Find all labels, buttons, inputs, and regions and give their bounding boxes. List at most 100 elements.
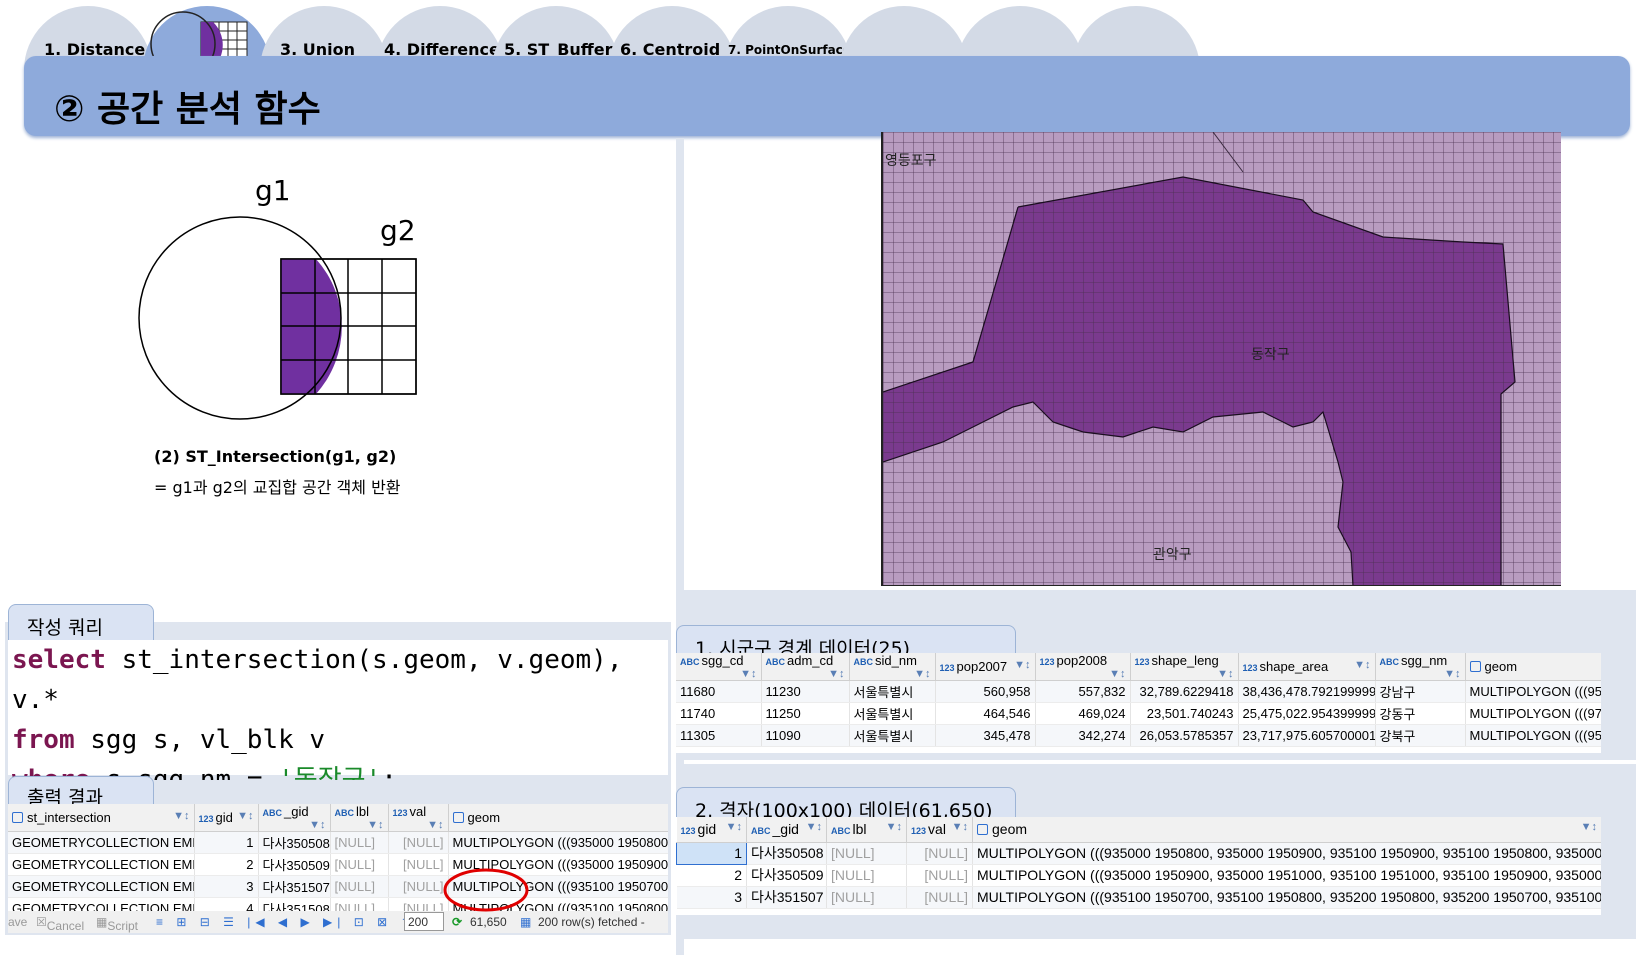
geometry-icon: [977, 824, 988, 836]
col-_gid[interactable]: ABC _gid ▼↕: [746, 817, 827, 843]
text-type-icon: ABC: [831, 826, 851, 837]
text-type-icon: ABC: [853, 657, 874, 667]
table-row[interactable]: GEOMETRYCOLLECTION EMPTY2다사350509[NULL][…: [8, 853, 668, 876]
fetch-size-input[interactable]: 200: [404, 912, 444, 931]
table-row-selected[interactable]: 1 다사350508 [NULL] [NULL] MULTIPOLYGON (((935…: [676, 841, 1601, 865]
text-type-icon: ABC: [1379, 657, 1400, 667]
table-row[interactable]: 2 다사350509 [NULL] [NULL] MULTIPOLYGON (((935…: [676, 864, 1601, 887]
table-row[interactable]: 11680 11230 서울특별시 560,958 557,832 32,789.6229…: [676, 680, 1601, 703]
refresh-icon[interactable]: ⟳: [452, 915, 462, 929]
result-grid[interactable]: st_intersection ▼↕ 123 gid ▼↕ ABC _gid ▼↕ ABC…: [8, 804, 668, 911]
col-shape-area[interactable]: 123 shape_area ▼↕: [1238, 653, 1376, 681]
col-gid[interactable]: 123 gid ▼↕: [676, 817, 747, 843]
page-title: ② 공간 분석 함수: [54, 89, 321, 130]
col-geom[interactable]: geom: [448, 804, 668, 832]
total-row-count[interactable]: 61,650: [470, 915, 507, 929]
filter-icon[interactable]: ▼↕: [1109, 668, 1125, 680]
filter-icon[interactable]: ▼↕: [806, 821, 822, 833]
filter-icon[interactable]: ▼↕: [367, 819, 383, 831]
numeric-type-icon: 123: [680, 826, 696, 837]
filter-icon[interactable]: ▼↕: [726, 821, 742, 833]
filter-icon[interactable]: ▼↕: [740, 668, 756, 680]
filter-icon[interactable]: ▼↕: [237, 810, 253, 822]
table-row[interactable]: GEOMETRYCOLLECTION EMPTY3다사351507[NULL][…: [8, 875, 668, 898]
col-sgg-cd[interactable]: ABC sgg_cd ▼↕: [676, 653, 762, 681]
map-label-gwanak: 관악구: [1153, 547, 1192, 563]
query-tab[interactable]: 작성 쿼리: [8, 604, 154, 640]
col-st-intersection[interactable]: st_intersection ▼↕: [8, 804, 195, 832]
col-gid[interactable]: 123 gid ▼↕: [194, 804, 259, 832]
geometry-icon: [452, 812, 464, 823]
text-type-icon: ABC: [262, 808, 283, 818]
col-pop2007[interactable]: 123 pop2007 ▼↕: [935, 653, 1036, 681]
filter-icon[interactable]: ▼↕: [886, 821, 902, 833]
sql-line-2: from sgg s, vl_blk v: [12, 725, 326, 755]
numeric-type-icon: 123: [198, 814, 214, 824]
filter-icon[interactable]: ▼↕: [952, 821, 968, 833]
geometry-icon: [12, 812, 23, 823]
filter-icon[interactable]: ▼↕: [1354, 659, 1370, 671]
sql-editor[interactable]: select st_intersection(s.geom, v.geom), …: [8, 640, 668, 795]
numeric-type-icon: 123: [1242, 663, 1258, 673]
sql-line-1: select st_intersection(s.geom, v.geom), …: [12, 645, 623, 715]
map-label-dongjak: 동작구: [1251, 347, 1290, 363]
highlight-ellipse: [443, 868, 529, 912]
map-view[interactable]: 영등포구 동작구 관악구: [881, 132, 1561, 586]
result-status-bar: ave ☒ Cancel ▦ Script ≡ ⊞ ⊟ ☰ |◀ ◀ ▶ ▶| …: [8, 911, 668, 933]
section-header: ② 공간 분석 함수: [24, 56, 1630, 136]
numeric-type-icon: 123: [911, 826, 927, 837]
text-type-icon: ABC: [334, 808, 355, 818]
table2-header-row: 123 gid ▼↕ ABC _gid ▼↕ ABC lbl ▼↕ 123 val ▼↕ geo…: [676, 817, 1601, 843]
table-row[interactable]: GEOMETRYCOLLECTION EMPTY1다사350508[NULL][…: [8, 831, 668, 854]
col-val[interactable]: 123 val ▼↕: [906, 817, 973, 843]
diagram-caption: (2) ST_Intersection(g1, g2): [154, 447, 397, 466]
col-val[interactable]: 123 val ▼↕: [388, 804, 449, 832]
filter-icon[interactable]: ▼↕: [309, 819, 325, 831]
numeric-type-icon: 123: [392, 808, 408, 818]
table-row[interactable]: GEOMETRYCOLLECTION EMPTY4다사351508[NULL][…: [8, 897, 668, 911]
filter-icon[interactable]: ▼↕: [1217, 668, 1233, 680]
filter-icon[interactable]: ▼↕: [828, 668, 844, 680]
filter-icon[interactable]: ▼↕: [427, 819, 443, 831]
table1-header-row: ABC sgg_cd ▼↕ ABC adm_cd ▼↕ ABC sid_nm ▼↕ 123 p…: [676, 653, 1601, 681]
numeric-type-icon: 123: [1039, 657, 1055, 667]
filter-icon[interactable]: ▼↕: [1581, 821, 1597, 833]
col-lbl[interactable]: ABC lbl ▼↕: [330, 804, 389, 832]
save-button[interactable]: ave: [8, 915, 27, 929]
filter-icon[interactable]: ▼↕: [914, 668, 930, 680]
table2-grid[interactable]: 123 gid ▼↕ ABC _gid ▼↕ ABC lbl ▼↕ 123 val ▼↕ geo…: [676, 817, 1601, 915]
diagram-description: = g1과 g2의 교집합 공간 객체 반환: [154, 478, 401, 497]
venn-diagram: [138, 216, 417, 420]
tab-label: 7. PointOnSurface: [728, 43, 851, 57]
col-lbl[interactable]: ABC lbl ▼↕: [826, 817, 907, 843]
fetched-status: 200 row(s) fetched -: [538, 915, 645, 929]
filter-icon[interactable]: ▼↕: [173, 810, 189, 822]
table-row[interactable]: 3 다사351507 [NULL] [NULL] MULTIPOLYGON (((935…: [676, 886, 1601, 909]
table-row[interactable]: 11740 11250 서울특별시 464,546 469,024 23,501.7402…: [676, 702, 1601, 725]
filter-icon[interactable]: ▼↕: [1444, 668, 1460, 680]
script-button[interactable]: ▦ Script: [96, 915, 138, 933]
col-geom[interactable]: geom: [1465, 653, 1601, 681]
intersection-diagram: g1 g2: [130, 170, 450, 430]
grid-icon: ▦: [520, 915, 532, 929]
map-canvas: [883, 132, 1561, 585]
numeric-type-icon: 123: [1134, 657, 1150, 667]
toolbar-icons[interactable]: ≡ ⊞ ⊟ ☰ |◀ ◀ ▶ ▶| ⊡ ⊠ ⇪ ✿: [156, 915, 439, 929]
col-shape-leng[interactable]: 123 shape_leng ▼↕: [1130, 653, 1239, 681]
result-header-row: st_intersection ▼↕ 123 gid ▼↕ ABC _gid ▼↕ ABC…: [8, 804, 668, 832]
col-sgg-nm[interactable]: ABC sgg_nm ▼↕: [1375, 653, 1466, 681]
table-row[interactable]: 11305 11090 서울특별시 345,478 342,274 26,053.5785…: [676, 724, 1601, 747]
geometry-icon: [1469, 661, 1481, 672]
cancel-button[interactable]: ☒ Cancel: [36, 915, 84, 933]
col-_gid[interactable]: ABC _gid ▼↕: [258, 804, 331, 832]
text-type-icon: ABC: [680, 657, 700, 667]
map-label-yeongdeungpo: 영등포구: [885, 153, 937, 169]
col-sid-nm[interactable]: ABC sid_nm ▼↕: [849, 653, 936, 681]
text-type-icon: ABC: [751, 826, 771, 837]
filter-icon[interactable]: ▼↕: [1014, 659, 1030, 671]
col-pop2008[interactable]: 123 pop2008 ▼↕: [1035, 653, 1131, 681]
col-geom[interactable]: geom ▼↕: [972, 817, 1601, 843]
table1-grid[interactable]: ABC sgg_cd ▼↕ ABC adm_cd ▼↕ ABC sid_nm ▼↕ 123 p…: [676, 653, 1601, 753]
text-type-icon: ABC: [765, 657, 786, 667]
col-adm-cd[interactable]: ABC adm_cd ▼↕: [761, 653, 850, 681]
